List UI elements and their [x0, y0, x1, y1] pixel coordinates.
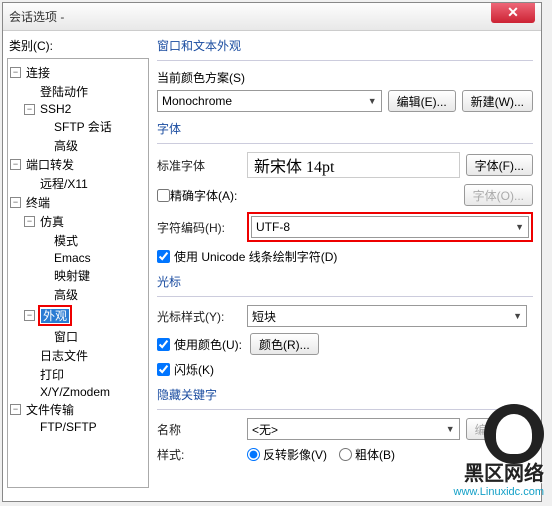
section-title: 隐藏关键字 [157, 386, 533, 403]
category-panel: 类别(C): −连接登陆动作−SSH2SFTP 会话高级−端口转发远程/X11−… [3, 31, 153, 501]
font-preview: 新宋体 14pt [247, 152, 460, 178]
tree-item-label: 远程/X11 [38, 175, 90, 192]
keyword-name-select[interactable]: <无> [247, 418, 460, 440]
category-label: 类别(C): [7, 37, 149, 54]
tree-item-label: 连接 [24, 64, 52, 81]
tree-toggle-icon[interactable]: − [10, 197, 21, 208]
tree-item[interactable]: 窗口 [38, 327, 146, 346]
tree-item[interactable]: 远程/X11 [24, 174, 146, 193]
tree-toggle-icon[interactable]: − [10, 159, 21, 170]
blink-checkbox[interactable] [157, 363, 170, 376]
tree-item[interactable]: Emacs [38, 250, 146, 266]
section-title: 窗口和文本外观 [157, 37, 533, 54]
color-scheme-select[interactable]: Monochrome [157, 90, 382, 112]
reverse-radio[interactable]: 反转影像(V) [247, 446, 327, 463]
std-font-label: 标准字体 [157, 157, 247, 174]
keyword-name-label: 名称 [157, 421, 247, 438]
tree-item[interactable]: X/Y/Zmodem [24, 384, 146, 400]
tree-toggle-icon[interactable]: − [24, 216, 35, 227]
tree-toggle-icon[interactable]: − [10, 404, 21, 415]
tree-item[interactable]: 模式 [38, 231, 146, 250]
exact-font-checkbox[interactable] [157, 189, 170, 202]
tree-item-label: 终端 [24, 194, 52, 211]
bold-radio[interactable]: 粗体(B) [339, 446, 395, 463]
tree-item[interactable]: FTP/SFTP [24, 419, 146, 435]
tree-item-label: 登陆动作 [38, 83, 90, 100]
encoding-select[interactable]: UTF-8 [251, 216, 529, 238]
unicode-lines-checkbox[interactable] [157, 250, 170, 263]
new-scheme-button[interactable]: 新建(W)... [462, 90, 533, 112]
tree-item[interactable]: −仿真 [24, 212, 146, 231]
titlebar[interactable]: 会话选项 - ✕ [3, 3, 541, 31]
tree-item-label: FTP/SFTP [38, 420, 99, 434]
settings-panel: 窗口和文本外观 当前颜色方案(S) Monochrome 编辑(E)... 新建… [153, 31, 541, 501]
tree-item-label: 模式 [52, 232, 80, 249]
tree-item[interactable]: −终端 [10, 193, 146, 212]
use-color-checkbox[interactable] [157, 338, 170, 351]
encoding-label: 字符编码(H): [157, 219, 247, 236]
tree-item-label: 映射键 [52, 267, 92, 284]
tree-item[interactable]: SFTP 会话 [38, 117, 146, 136]
tree-item-label: 文件传输 [24, 401, 76, 418]
tree-toggle-icon[interactable]: − [10, 67, 21, 78]
cursor-color-button[interactable]: 颜色(R)... [250, 333, 319, 355]
tree-item-label: 高级 [52, 137, 80, 154]
tree-item-label: 外观 [41, 309, 69, 323]
tree-item-label: 高级 [52, 286, 80, 303]
tree-item-label: SSH2 [38, 102, 73, 116]
tree-item[interactable]: −文件传输 [10, 400, 146, 419]
category-tree[interactable]: −连接登陆动作−SSH2SFTP 会话高级−端口转发远程/X11−终端−仿真模式… [7, 58, 149, 488]
tree-item-label: 窗口 [52, 328, 80, 345]
tree-toggle-icon[interactable]: − [24, 310, 35, 321]
section-title: 字体 [157, 120, 533, 137]
tree-item-label: 端口转发 [24, 156, 76, 173]
tree-item[interactable]: 高级 [38, 136, 146, 155]
scheme-label: 当前颜色方案(S) [157, 69, 533, 86]
tree-item-label: SFTP 会话 [52, 118, 114, 135]
tree-item[interactable]: 登陆动作 [24, 82, 146, 101]
font-button[interactable]: 字体(F)... [466, 154, 533, 176]
dialog-window: 会话选项 - ✕ 类别(C): −连接登陆动作−SSH2SFTP 会话高级−端口… [2, 2, 542, 502]
tree-item[interactable]: 高级 [38, 285, 146, 304]
edit-scheme-button[interactable]: 编辑(E)... [388, 90, 456, 112]
tree-toggle-icon[interactable]: − [24, 104, 35, 115]
tree-item-label: Emacs [52, 251, 93, 265]
tree-item-label: X/Y/Zmodem [38, 385, 112, 399]
exact-font-button: 字体(O)... [464, 184, 533, 206]
tree-item-label: 日志文件 [38, 347, 90, 364]
section-title: 光标 [157, 273, 533, 290]
close-button[interactable]: ✕ [491, 3, 535, 23]
keyword-edit-button: 编辑(T)... [466, 418, 533, 440]
tree-item-label: 打印 [38, 366, 66, 383]
window-title: 会话选项 - [9, 8, 64, 25]
tree-item[interactable]: −连接 [10, 63, 146, 82]
tree-item[interactable]: −外观 [24, 304, 146, 327]
cursor-style-label: 光标样式(Y): [157, 308, 247, 325]
keyword-style-label: 样式: [157, 446, 247, 463]
tree-item[interactable]: 打印 [24, 365, 146, 384]
tree-item[interactable]: −端口转发 [10, 155, 146, 174]
tree-item[interactable]: 映射键 [38, 266, 146, 285]
tree-item[interactable]: 日志文件 [24, 346, 146, 365]
tree-item-label: 仿真 [38, 213, 66, 230]
cursor-style-select[interactable]: 短块 [247, 305, 527, 327]
tree-item[interactable]: −SSH2 [24, 101, 146, 117]
